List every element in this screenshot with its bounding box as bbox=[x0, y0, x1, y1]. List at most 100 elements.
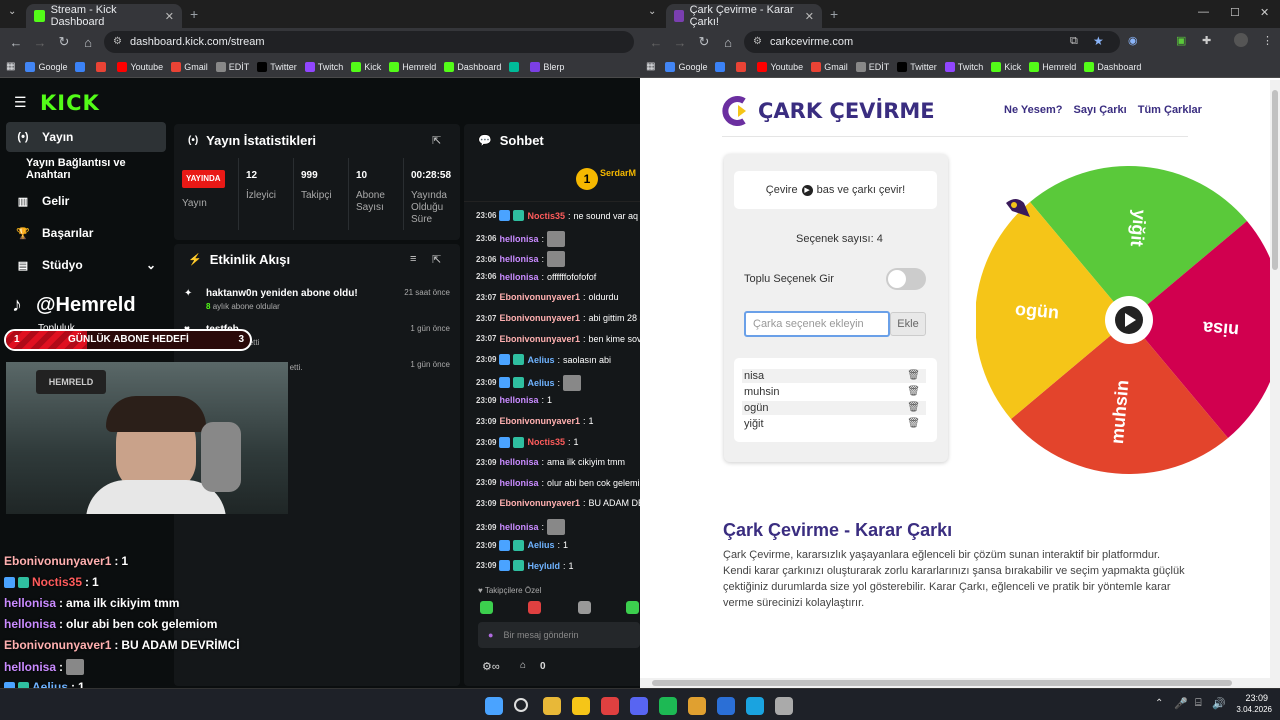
bulk-entry-toggle[interactable] bbox=[886, 268, 926, 290]
sidebar-item-4[interactable]: 🏆 Başarılar bbox=[6, 218, 166, 248]
site-nav-link[interactable]: Ne Yesem? bbox=[1004, 104, 1063, 116]
sidebar-item-3[interactable]: ▥ Gelir bbox=[6, 186, 166, 216]
menu-icon[interactable]: ☰ bbox=[14, 94, 27, 111]
new-tab-icon[interactable]: + bbox=[830, 6, 838, 22]
reload-icon[interactable]: ↻ bbox=[52, 34, 76, 50]
file-explorer-icon[interactable] bbox=[572, 697, 590, 715]
clock-date[interactable]: 3.04.2026 bbox=[1226, 705, 1272, 714]
window-close-icon[interactable]: ✕ bbox=[1260, 6, 1269, 19]
event-item[interactable]: ✦ haktanw0n yeniden abone oldu! 8 aylık ab… bbox=[184, 288, 450, 311]
mic-tray-icon[interactable]: 🎤 bbox=[1174, 697, 1188, 710]
chat-username[interactable]: hellonisa bbox=[499, 395, 538, 405]
chrome-icon[interactable] bbox=[601, 697, 619, 715]
apps-grid-icon[interactable]: ▦ bbox=[6, 61, 15, 72]
chat-username[interactable]: hellonisa bbox=[499, 234, 538, 244]
site-nav-link[interactable]: Tüm Çarklar bbox=[1138, 104, 1202, 116]
minimize-icon[interactable]: — bbox=[1198, 6, 1209, 18]
chevron-down-icon[interactable]: ⌄ bbox=[146, 258, 156, 272]
url-field[interactable]: ⚙ dashboard.kick.com/stream bbox=[104, 31, 634, 53]
tab-cark-cevirme[interactable]: Çark Çevirme - Karar Çarkı! ✕ bbox=[666, 4, 822, 28]
chat-message[interactable]: 23:09 Ebonivonunyaver1:1 bbox=[476, 416, 594, 426]
chat-message[interactable]: 23:07 Ebonivonunyaver1: ben kime sovi bbox=[476, 334, 640, 344]
start-icon[interactable] bbox=[485, 697, 503, 715]
chat-username[interactable]: Ebonivonunyaver1 bbox=[499, 416, 580, 426]
option-row[interactable]: yiğit 🗑 bbox=[742, 417, 926, 431]
chat-username[interactable]: Heyluld bbox=[527, 561, 560, 571]
bookmark-item[interactable]: Dashboard bbox=[444, 61, 501, 72]
add-button[interactable]: Ekle bbox=[890, 312, 926, 336]
site-brand[interactable]: ÇARK ÇEVİRME bbox=[758, 99, 935, 123]
trash-icon[interactable]: 🗑 bbox=[907, 369, 920, 383]
chat-username[interactable]: Noctis35 bbox=[527, 211, 565, 221]
chat-username[interactable]: Noctis35 bbox=[527, 437, 565, 447]
chrome-icon[interactable] bbox=[688, 697, 706, 715]
media-icon[interactable]: ◉ bbox=[1128, 34, 1138, 47]
bookmark-item[interactable]: Kick bbox=[991, 61, 1021, 72]
quick-emote-icon[interactable] bbox=[626, 601, 639, 614]
popout-icon[interactable]: ⇱ bbox=[432, 253, 441, 266]
new-tab-icon[interactable]: + bbox=[190, 6, 198, 22]
chat-message[interactable]: 23:06 hellonisa: bbox=[476, 230, 565, 247]
chat-message[interactable]: 23:06 Noctis35: ne sound var aq bbox=[476, 210, 638, 221]
filter-icon[interactable]: ≡ bbox=[410, 253, 416, 265]
tray-chevron-icon[interactable]: ⌃ bbox=[1155, 698, 1163, 709]
edge-icon[interactable] bbox=[746, 697, 764, 715]
chat-username[interactable]: Ebonivonunyaver1 bbox=[499, 334, 580, 344]
bookmark-item[interactable]: Gmail bbox=[171, 61, 208, 72]
bookmark-item[interactable]: EDİT bbox=[215, 61, 249, 72]
chat-username[interactable]: hellonisa bbox=[499, 254, 538, 264]
option-row[interactable]: ogün 🗑 bbox=[742, 401, 926, 415]
option-row[interactable]: muhsin 🗑 bbox=[742, 385, 926, 399]
extensions-puzzle-icon[interactable]: ✚ bbox=[1202, 34, 1211, 47]
settings-icon[interactable] bbox=[775, 697, 793, 715]
site-info-icon[interactable]: ⚙ bbox=[113, 36, 122, 47]
chat-message[interactable]: 23:09 Aelius:1 bbox=[476, 539, 568, 551]
sidebar-item-5[interactable]: ▤ Stüdyo ⌄ bbox=[6, 250, 166, 280]
chat-username[interactable]: Ebonivonunyaver1 bbox=[499, 313, 580, 323]
quick-emote-icon[interactable] bbox=[528, 601, 541, 614]
maximize-icon[interactable]: ☐ bbox=[1230, 6, 1240, 19]
chat-username[interactable]: Aelius bbox=[527, 355, 554, 365]
chat-username[interactable]: hellonisa bbox=[499, 522, 538, 532]
chat-message[interactable]: 23:09 Heyluld:1 bbox=[476, 560, 574, 572]
chat-message[interactable]: 23:09 Noctis35:1 bbox=[476, 436, 579, 448]
chat-message[interactable]: 23:09 hellonisa: olur abi ben cok gelemi bbox=[476, 478, 640, 488]
close-tab-icon[interactable]: ✕ bbox=[165, 10, 174, 23]
chat-input[interactable]: ● Bir mesaj gönderin bbox=[478, 622, 640, 648]
site-nav-link[interactable]: Sayı Çarkı bbox=[1074, 104, 1127, 116]
bookmark-item[interactable] bbox=[75, 61, 88, 72]
close-tab-icon[interactable]: ✕ bbox=[805, 10, 814, 23]
trash-icon[interactable]: 🗑 bbox=[907, 417, 920, 431]
horizontal-scrollbar[interactable] bbox=[640, 678, 1270, 688]
spotify-icon[interactable] bbox=[659, 697, 677, 715]
forward-icon[interactable]: → bbox=[28, 35, 52, 50]
tab-search-icon[interactable]: ⌄ bbox=[648, 6, 656, 17]
bookmark-item[interactable]: Kick bbox=[351, 61, 381, 72]
network-icon[interactable]: ⌸ bbox=[1195, 697, 1202, 710]
bookmark-item[interactable]: Twitch bbox=[944, 61, 983, 72]
bookmark-item[interactable] bbox=[96, 61, 109, 72]
chat-username[interactable]: Aelius bbox=[527, 378, 554, 388]
bookmark-item[interactable] bbox=[736, 61, 749, 72]
bookmark-item[interactable]: EDİT bbox=[855, 61, 889, 72]
chat-message[interactable]: 23:07 Ebonivonunyaver1: oldurdu bbox=[476, 292, 619, 302]
bookmark-item[interactable]: Hemreld bbox=[1029, 61, 1076, 72]
back-icon[interactable]: ← bbox=[644, 35, 668, 50]
profile-avatar-icon[interactable] bbox=[1234, 33, 1248, 47]
bookmark-item[interactable]: Youtube bbox=[757, 61, 803, 72]
trash-icon[interactable]: 🗑 bbox=[907, 401, 920, 415]
mic-icon[interactable]: ● bbox=[488, 630, 493, 640]
emote-settings-icon[interactable]: ⚙∞ bbox=[482, 660, 500, 673]
chat-username[interactable]: hellonisa bbox=[499, 478, 538, 488]
bookmark-item[interactable]: Twitter bbox=[257, 61, 297, 72]
chat-username[interactable]: Aelius bbox=[527, 540, 554, 550]
app-icon[interactable] bbox=[717, 697, 735, 715]
home-icon[interactable]: ⌂ bbox=[716, 35, 740, 50]
option-input[interactable]: Çarka seçenek ekleyin bbox=[744, 311, 890, 337]
kick-logo[interactable]: KICK bbox=[40, 91, 100, 115]
bookmark-item[interactable]: Hemreld bbox=[389, 61, 436, 72]
chat-message[interactable]: 23:09 Aelius: bbox=[476, 374, 581, 391]
clock-time[interactable]: 23:09 bbox=[1236, 693, 1268, 703]
points-icon[interactable]: ⌂ bbox=[520, 660, 526, 671]
chrome-menu-icon[interactable]: ⋮ bbox=[1262, 34, 1273, 47]
